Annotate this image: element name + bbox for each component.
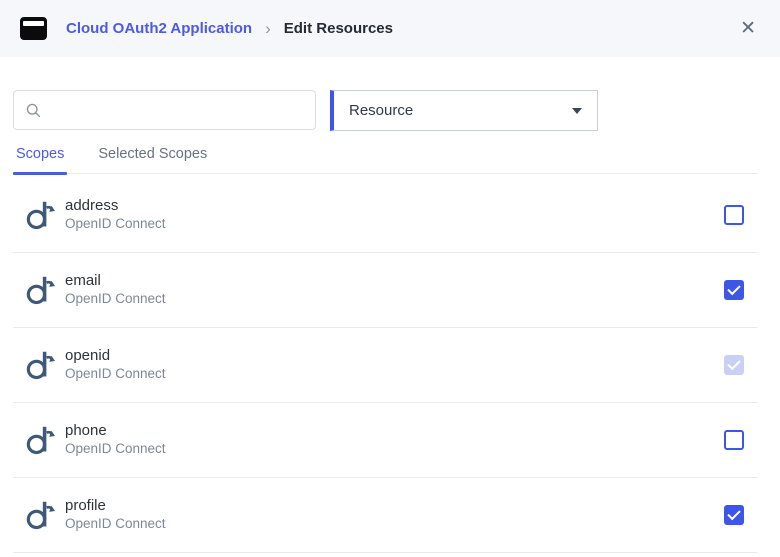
scope-name: openid: [65, 347, 166, 365]
scope-checkbox: [724, 355, 744, 375]
scope-type: OpenID Connect: [65, 366, 166, 383]
openid-logo-icon: [25, 423, 55, 457]
scope-text: phone OpenID Connect: [65, 422, 166, 458]
scope-name: address: [65, 197, 166, 215]
close-icon[interactable]: ✕: [740, 19, 756, 38]
scope-text: email OpenID Connect: [65, 272, 166, 308]
application-window-icon: [20, 17, 47, 40]
scope-name: email: [65, 272, 166, 290]
scope-checkbox[interactable]: [724, 205, 744, 225]
breadcrumb-parent-link[interactable]: Cloud OAuth2 Application: [66, 20, 252, 37]
scope-checkbox[interactable]: [724, 280, 744, 300]
scope-row[interactable]: openid OpenID Connect: [13, 328, 757, 403]
page-title: Edit Resources: [284, 20, 393, 37]
openid-logo-icon: [25, 273, 55, 307]
scope-type: OpenID Connect: [65, 441, 166, 458]
modal-header: Cloud OAuth2 Application › Edit Resource…: [0, 0, 780, 57]
scope-text: address OpenID Connect: [65, 197, 166, 233]
search-box: [13, 90, 316, 130]
tab-selected-scopes[interactable]: Selected Scopes: [95, 146, 210, 173]
scope-row[interactable]: address OpenID Connect: [13, 178, 757, 253]
resource-dropdown[interactable]: Resource: [330, 90, 598, 131]
toolbar: Resource: [13, 90, 757, 131]
scope-name: phone: [65, 422, 166, 440]
scope-type: OpenID Connect: [65, 516, 166, 533]
scope-name: profile: [65, 497, 166, 515]
tab-bar: Scopes Selected Scopes: [13, 146, 757, 174]
breadcrumb: Cloud OAuth2 Application › Edit Resource…: [66, 20, 393, 37]
scope-checkbox[interactable]: [724, 430, 744, 450]
resource-dropdown-value: Resource: [349, 102, 413, 119]
tab-scopes[interactable]: Scopes: [13, 146, 67, 173]
scope-text: profile OpenID Connect: [65, 497, 166, 533]
scope-row[interactable]: phone OpenID Connect: [13, 403, 757, 478]
search-input[interactable]: [51, 102, 304, 118]
chevron-right-icon: ›: [265, 20, 271, 37]
scope-row[interactable]: profile OpenID Connect: [13, 478, 757, 553]
scope-type: OpenID Connect: [65, 291, 166, 308]
scope-row[interactable]: email OpenID Connect: [13, 253, 757, 328]
openid-logo-icon: [25, 348, 55, 382]
search-icon: [25, 102, 42, 119]
caret-down-icon: [572, 108, 582, 114]
openid-logo-icon: [25, 198, 55, 232]
scope-type: OpenID Connect: [65, 216, 166, 233]
openid-logo-icon: [25, 498, 55, 532]
scope-checkbox[interactable]: [724, 505, 744, 525]
scope-list: address OpenID Connect email OpenID Conn…: [0, 178, 780, 553]
scope-text: openid OpenID Connect: [65, 347, 166, 383]
